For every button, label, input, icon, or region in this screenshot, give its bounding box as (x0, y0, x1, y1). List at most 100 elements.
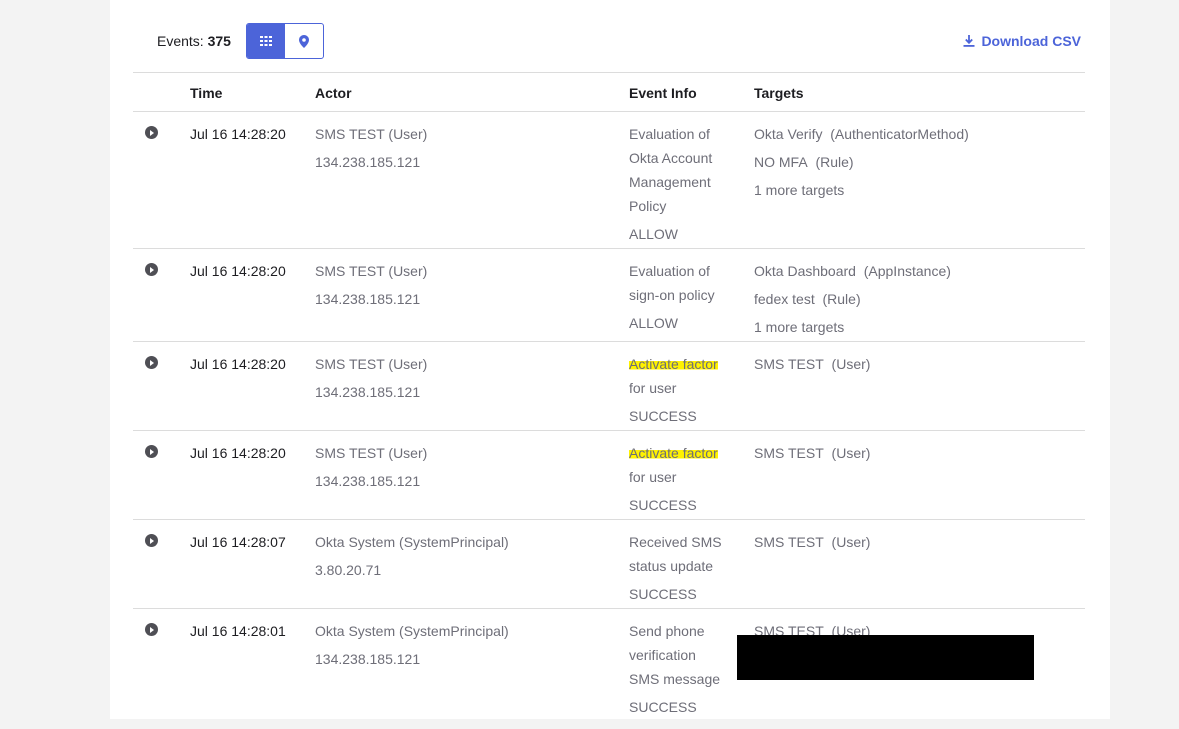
event-targets: Okta Verify (AuthenticatorMethod) NO MFA… (754, 122, 969, 206)
event-actor: Okta System (SystemPrincipal) 134.238.18… (315, 619, 509, 675)
actor-type: (User) (388, 263, 428, 279)
download-csv-label: Download CSV (981, 33, 1081, 49)
actor-name[interactable]: Okta System (315, 534, 395, 550)
event-outcome: SUCCESS (629, 699, 697, 715)
event-info-line: Evaluation of (629, 126, 710, 142)
event-info: Send phone verification SMS message SUCC… (629, 619, 739, 723)
actor-ip[interactable]: 134.238.185.121 (315, 150, 427, 174)
target-name[interactable]: NO MFA (754, 154, 808, 170)
actor-name[interactable]: SMS TEST (315, 126, 385, 142)
actor-type: (User) (388, 356, 428, 372)
event-info: Activate factor for user SUCCESS (629, 352, 739, 432)
map-view-button[interactable] (285, 24, 323, 58)
event-info-line: Received SMS (629, 534, 722, 550)
target-name[interactable]: SMS TEST (754, 445, 824, 461)
actor-ip[interactable]: 134.238.185.121 (315, 380, 427, 404)
table-row[interactable]: Jul 16 14:28:20 SMS TEST (User) 134.238.… (133, 249, 1085, 342)
target-name[interactable]: SMS TEST (754, 534, 824, 550)
actor-ip[interactable]: 3.80.20.71 (315, 558, 509, 582)
actor-type: (User) (388, 126, 428, 142)
event-targets: SMS TEST (User) (754, 530, 870, 558)
event-info-line: Management (629, 174, 711, 190)
download-icon (963, 35, 975, 47)
event-time: Jul 16 14:28:20 (190, 356, 286, 372)
column-header-actor[interactable]: Actor (315, 85, 352, 101)
events-toolbar: Events: 375 Download CSV (110, 0, 1110, 70)
target-type: (User) (831, 356, 871, 372)
event-time: Jul 16 14:28:07 (190, 534, 286, 550)
target-name[interactable]: fedex test (754, 291, 815, 307)
expand-row-icon[interactable] (145, 356, 158, 369)
event-info: Activate factor for user SUCCESS (629, 441, 739, 521)
events-table: Time Actor Event Info Targets Jul 16 14:… (133, 72, 1085, 729)
event-targets: SMS TEST (User) (754, 352, 870, 380)
actor-type: (SystemPrincipal) (399, 623, 509, 639)
actor-name[interactable]: SMS TEST (315, 356, 385, 372)
event-targets: Okta Dashboard (AppInstance) fedex test … (754, 259, 951, 343)
actor-ip[interactable]: 134.238.185.121 (315, 469, 427, 493)
target-name[interactable]: Okta Verify (754, 126, 822, 142)
table-view-button[interactable] (247, 24, 285, 58)
event-targets: SMS TEST (User) (754, 441, 870, 469)
event-time: Jul 16 14:28:20 (190, 263, 286, 279)
expand-row-icon[interactable] (145, 263, 158, 276)
event-time: Jul 16 14:28:01 (190, 623, 286, 639)
events-panel: Events: 375 Download CSV Time Actor Even… (110, 0, 1110, 719)
target-type: (AuthenticatorMethod) (830, 126, 969, 142)
target-name[interactable]: Okta Dashboard (754, 263, 856, 279)
event-outcome: SUCCESS (629, 497, 697, 513)
actor-name[interactable]: SMS TEST (315, 445, 385, 461)
event-actor: SMS TEST (User) 134.238.185.121 (315, 352, 427, 408)
event-info-line: for user (629, 469, 677, 485)
table-row[interactable]: Jul 16 14:28:20 SMS TEST (User) 134.238.… (133, 431, 1085, 520)
target-type: (User) (831, 445, 871, 461)
event-info: Evaluation of sign-on policy ALLOW (629, 259, 739, 339)
target-type: (User) (831, 534, 871, 550)
event-info-line: Activate factor (629, 445, 718, 461)
event-info: Evaluation of Okta Account Management Po… (629, 122, 739, 250)
event-outcome: ALLOW (629, 226, 679, 242)
actor-ip[interactable]: 134.238.185.121 (315, 287, 427, 311)
events-count-value: 375 (207, 33, 231, 49)
column-header-event-info[interactable]: Event Info (629, 85, 697, 101)
event-time: Jul 16 14:28:20 (190, 445, 286, 461)
table-header: Time Actor Event Info Targets (133, 73, 1085, 112)
event-info-line: Policy (629, 198, 667, 214)
event-info-line: for user (629, 380, 677, 396)
events-count-label: Events: (157, 33, 204, 49)
view-toggle (246, 23, 324, 59)
grid-icon (260, 36, 272, 46)
table-row[interactable]: Jul 16 14:28:07 Okta System (SystemPrinc… (133, 520, 1085, 609)
actor-name[interactable]: Okta System (315, 623, 395, 639)
actor-type: (SystemPrincipal) (399, 534, 509, 550)
redaction-box (737, 635, 1034, 680)
download-csv-button[interactable]: Download CSV (963, 33, 1081, 49)
event-outcome: SUCCESS (629, 586, 697, 602)
event-outcome: SUCCESS (629, 408, 697, 424)
events-count: Events: 375 (157, 33, 231, 49)
event-actor: SMS TEST (User) 134.238.185.121 (315, 259, 427, 315)
event-time: Jul 16 14:28:20 (190, 126, 286, 142)
column-header-targets[interactable]: Targets (754, 85, 804, 101)
event-actor: Okta System (SystemPrincipal) 3.80.20.71 (315, 530, 509, 586)
target-type: (AppInstance) (863, 263, 951, 279)
more-targets-link[interactable]: 1 more targets (754, 178, 969, 202)
event-info-line: sign-on policy (629, 287, 715, 303)
target-type: (Rule) (822, 291, 861, 307)
event-actor: SMS TEST (User) 134.238.185.121 (315, 122, 427, 178)
table-row[interactable]: Jul 16 14:28:20 SMS TEST (User) 134.238.… (133, 342, 1085, 431)
target-name[interactable]: SMS TEST (754, 356, 824, 372)
expand-row-icon[interactable] (145, 445, 158, 458)
more-targets-link[interactable]: 1 more targets (754, 315, 951, 339)
column-header-time[interactable]: Time (190, 85, 222, 101)
table-row[interactable]: Jul 16 14:28:20 SMS TEST (User) 134.238.… (133, 112, 1085, 249)
map-pin-icon (299, 34, 309, 48)
event-actor: SMS TEST (User) 134.238.185.121 (315, 441, 427, 497)
actor-ip[interactable]: 134.238.185.121 (315, 647, 509, 671)
expand-row-icon[interactable] (145, 534, 158, 547)
actor-name[interactable]: SMS TEST (315, 263, 385, 279)
target-type: (Rule) (815, 154, 854, 170)
actor-type: (User) (388, 445, 428, 461)
expand-row-icon[interactable] (145, 126, 158, 139)
expand-row-icon[interactable] (145, 623, 158, 636)
